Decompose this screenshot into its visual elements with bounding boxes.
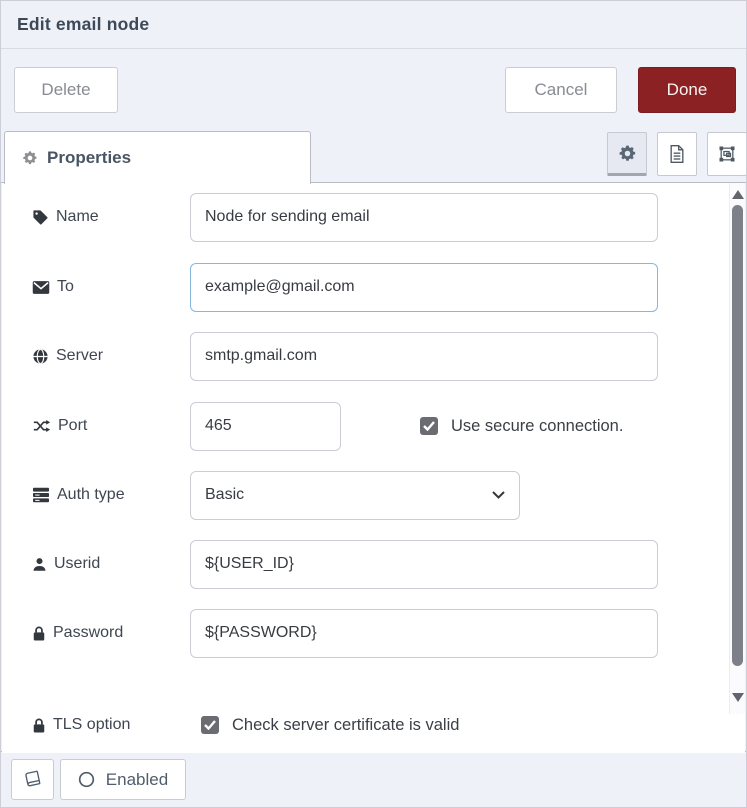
cancel-button[interactable]: Cancel bbox=[505, 67, 617, 113]
description-tab-button[interactable] bbox=[657, 132, 697, 176]
scroll-up-arrow-icon[interactable] bbox=[732, 190, 744, 199]
delete-button[interactable]: Delete bbox=[14, 67, 118, 113]
field-row-to: To bbox=[2, 262, 745, 312]
auth-type-label: Auth type bbox=[32, 470, 184, 520]
auth-type-selected-value: Basic bbox=[205, 486, 244, 504]
auth-type-select[interactable]: Basic bbox=[190, 471, 520, 520]
field-row-auth-type: Auth type Basic bbox=[2, 470, 745, 520]
dialog-header: Edit email node bbox=[1, 1, 746, 49]
properties-tab-button[interactable] bbox=[607, 132, 647, 176]
gear-icon bbox=[22, 150, 38, 166]
appearance-tab-button[interactable] bbox=[707, 132, 747, 176]
properties-form: Name To bbox=[2, 183, 745, 753]
port-label-text: Port bbox=[58, 417, 87, 435]
password-label-text: Password bbox=[53, 624, 123, 642]
auth-type-label-text: Auth type bbox=[57, 486, 125, 504]
field-row-server: Server bbox=[2, 331, 745, 381]
userid-input[interactable] bbox=[190, 540, 658, 589]
port-label: Port bbox=[32, 401, 184, 451]
field-row-password: Password bbox=[2, 608, 745, 658]
secure-connection-group: Use secure connection. bbox=[420, 417, 623, 436]
vertical-scrollbar[interactable] bbox=[729, 183, 745, 714]
server-input[interactable] bbox=[190, 332, 658, 381]
tls-option-label-text: TLS option bbox=[53, 716, 130, 734]
tag-icon bbox=[32, 209, 49, 226]
circle-icon bbox=[78, 771, 95, 788]
shuffle-icon bbox=[32, 418, 51, 434]
tls-option-label: TLS option bbox=[32, 700, 184, 750]
tls-check-group: Check server certificate is valid bbox=[201, 716, 459, 735]
server-label-text: Server bbox=[56, 347, 103, 365]
edit-email-node-dialog: Edit email node Delete Cancel Done Prope… bbox=[0, 0, 747, 808]
field-row-name: Name bbox=[2, 192, 745, 242]
server-label: Server bbox=[32, 331, 184, 381]
scroll-down-arrow-icon[interactable] bbox=[732, 693, 744, 702]
lock-icon bbox=[32, 625, 46, 642]
server-stack-icon bbox=[32, 487, 50, 503]
node-help-button[interactable] bbox=[11, 759, 54, 800]
envelope-icon bbox=[32, 280, 50, 295]
to-input[interactable] bbox=[190, 263, 658, 312]
enabled-label: Enabled bbox=[106, 770, 168, 790]
done-button[interactable]: Done bbox=[638, 67, 736, 113]
user-icon bbox=[32, 556, 47, 573]
secure-connection-checkbox[interactable] bbox=[420, 417, 438, 435]
globe-icon bbox=[32, 348, 49, 365]
password-input[interactable] bbox=[190, 609, 658, 658]
secure-connection-label: Use secure connection. bbox=[451, 417, 623, 436]
dialog-title: Edit email node bbox=[17, 14, 149, 35]
userid-label-text: Userid bbox=[54, 555, 100, 573]
gear-icon bbox=[618, 144, 637, 163]
to-label-text: To bbox=[57, 278, 74, 296]
enabled-toggle-button[interactable]: Enabled bbox=[60, 759, 186, 800]
field-row-port: Port Use secure connection. bbox=[2, 401, 745, 451]
tls-certificate-label: Check server certificate is valid bbox=[232, 716, 459, 735]
chevron-down-icon bbox=[492, 491, 505, 499]
scrollbar-thumb[interactable] bbox=[732, 205, 743, 666]
document-icon bbox=[668, 144, 686, 164]
book-icon bbox=[23, 770, 42, 789]
name-label-text: Name bbox=[56, 208, 99, 226]
userid-label: Userid bbox=[32, 539, 184, 589]
name-input[interactable] bbox=[190, 193, 658, 242]
port-input[interactable] bbox=[190, 402, 341, 451]
field-row-userid: Userid bbox=[2, 539, 745, 589]
name-label: Name bbox=[32, 192, 184, 242]
lock-icon bbox=[32, 717, 46, 734]
password-label: Password bbox=[32, 608, 184, 658]
node-appearance-icon bbox=[717, 144, 737, 164]
dialog-footer: Enabled bbox=[1, 751, 746, 807]
tab-bar: Properties bbox=[1, 127, 746, 183]
tls-certificate-checkbox[interactable] bbox=[201, 716, 219, 734]
field-row-tls: TLS option Check server certificate is v… bbox=[2, 700, 745, 750]
tab-properties-label: Properties bbox=[47, 148, 131, 168]
to-label: To bbox=[32, 262, 184, 312]
tab-properties[interactable]: Properties bbox=[4, 131, 311, 184]
